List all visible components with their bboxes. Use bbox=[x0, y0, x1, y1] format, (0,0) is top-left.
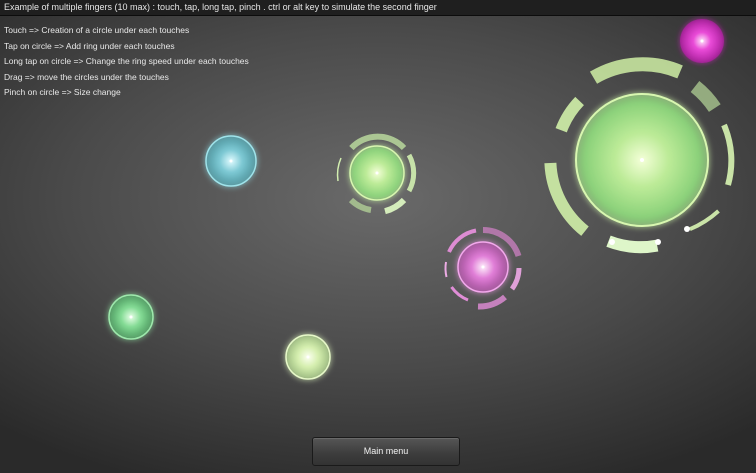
touch-circle-pale-green[interactable] bbox=[285, 334, 331, 380]
touch-circle-magenta[interactable] bbox=[680, 19, 724, 63]
touch-circle-large-green[interactable] bbox=[544, 57, 735, 254]
main-menu-button[interactable]: Main menu bbox=[312, 437, 460, 466]
touch-circle-green-ringed[interactable] bbox=[336, 133, 417, 215]
touch-circle-pink-ringed[interactable] bbox=[444, 226, 522, 310]
touch-canvas[interactable] bbox=[0, 0, 756, 473]
touch-circle-mint[interactable] bbox=[108, 294, 154, 340]
touch-circle-cyan[interactable] bbox=[205, 135, 257, 187]
